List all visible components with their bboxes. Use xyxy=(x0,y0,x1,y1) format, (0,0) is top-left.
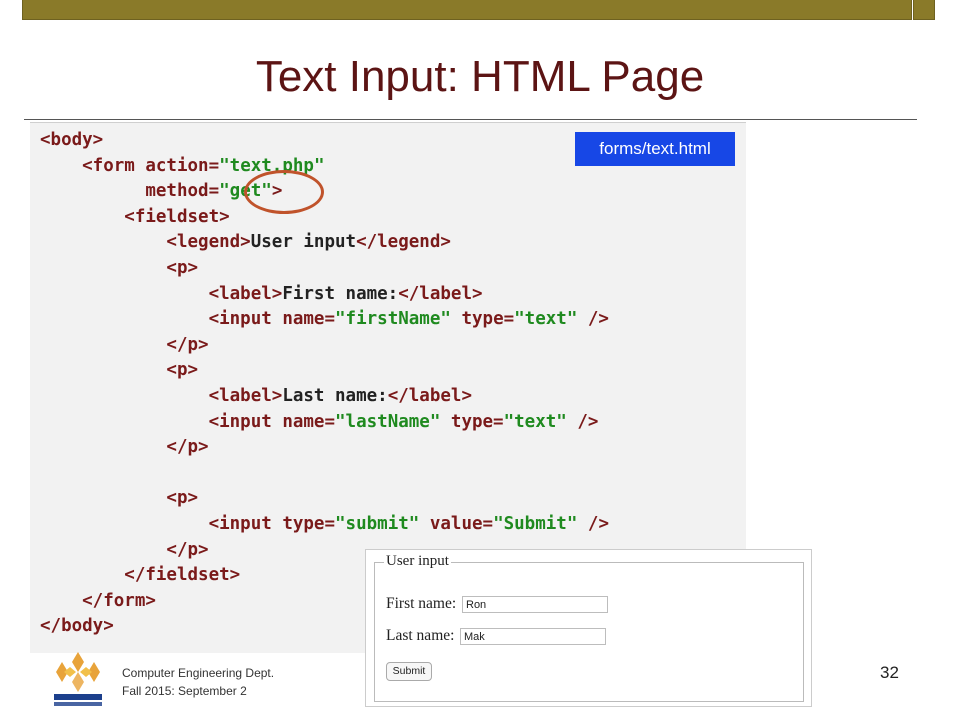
code-token: "text" xyxy=(514,309,578,330)
code-token: "Submit" xyxy=(493,514,578,534)
code-line: <p> xyxy=(40,487,198,509)
last-name-label: Last name: xyxy=(386,627,455,644)
file-name-badge: forms/text.html xyxy=(575,132,735,166)
code-token: <input name= xyxy=(40,309,336,330)
code-line: <label>First name:</label> xyxy=(40,283,483,305)
code-token: method= xyxy=(40,181,220,202)
code-token: </label> xyxy=(398,283,483,304)
code-token: "lastName" xyxy=(335,411,441,432)
code-line: <legend>User input</legend> xyxy=(40,231,451,253)
fieldset-legend: User input xyxy=(384,553,451,570)
code-line: <input type="submit" value="Submit" /> xyxy=(40,513,609,535)
code-token: User input xyxy=(250,232,357,253)
first-name-label: First name: xyxy=(386,595,457,612)
code-token: <p> xyxy=(40,258,199,278)
code-token: </p> xyxy=(40,334,209,355)
code-line: <input name="lastName" type="text" /> xyxy=(40,411,599,433)
code-token: /> xyxy=(566,411,599,432)
top-accent-square xyxy=(913,0,935,20)
code-token: <input type= xyxy=(40,514,336,534)
code-line: <fieldset> xyxy=(40,206,230,228)
slide-title: Text Input: HTML Page xyxy=(255,52,705,101)
code-token: <legend> xyxy=(40,232,251,253)
code-line: <input name="firstName" type="text" /> xyxy=(40,308,609,330)
title-divider xyxy=(24,119,917,120)
code-token: <label> xyxy=(40,283,283,304)
top-accent-bar xyxy=(22,0,912,20)
last-name-input[interactable]: Mak xyxy=(460,628,606,645)
code-line: </body> xyxy=(40,615,114,637)
code-token: </label> xyxy=(387,386,472,406)
code-token: /> xyxy=(577,514,609,534)
code-token: </p> xyxy=(40,539,209,560)
code-token: "text" xyxy=(503,411,567,432)
code-token: First name: xyxy=(282,283,399,304)
code-token: value= xyxy=(419,514,494,534)
code-line: </p> xyxy=(40,539,209,561)
get-method-highlight-circle xyxy=(244,170,324,214)
code-line: <body> xyxy=(40,129,103,151)
code-token: <input name= xyxy=(40,411,336,432)
code-token: /> xyxy=(577,309,609,330)
code-line: </form> xyxy=(40,590,156,612)
code-line: </p> xyxy=(40,334,209,356)
code-token: <form action= xyxy=(40,155,220,176)
footer-term: Fall 2015: September 2 xyxy=(122,684,247,698)
first-name-input[interactable]: Ron xyxy=(462,596,608,613)
code-token: <fieldset> xyxy=(40,206,230,227)
code-token: <body> xyxy=(40,130,104,150)
code-token: type= xyxy=(450,309,515,330)
code-token: </legend> xyxy=(356,232,451,253)
page-number: 32 xyxy=(880,663,899,682)
code-token: "firstName" xyxy=(335,309,451,330)
code-token: </p> xyxy=(40,437,209,458)
code-token: "submit" xyxy=(335,514,420,534)
submit-button[interactable]: Submit xyxy=(386,662,432,681)
code-line: <p> xyxy=(40,257,198,279)
footer-department: Computer Engineering Dept. xyxy=(122,666,275,680)
code-line: <p> xyxy=(40,359,198,381)
footer-info: Computer Engineering Dept. Fall 2015: Se… xyxy=(122,664,274,700)
code-token: </fieldset> xyxy=(40,565,241,586)
code-token: <p> xyxy=(40,360,199,381)
code-token: type= xyxy=(440,411,504,432)
code-token: </body> xyxy=(40,616,114,637)
code-line: </p> xyxy=(40,436,209,458)
code-token: </form> xyxy=(40,590,156,611)
code-line: <label>Last name:</label> xyxy=(40,385,472,407)
code-token: Last name: xyxy=(282,386,388,406)
code-line: </fieldset> xyxy=(40,564,240,586)
code-token: <p> xyxy=(40,488,199,509)
code-token: <label> xyxy=(40,386,283,406)
university-logo xyxy=(54,652,102,706)
browser-rendering-screenshot: User input First name: Ron Last name: Ma… xyxy=(365,549,812,707)
